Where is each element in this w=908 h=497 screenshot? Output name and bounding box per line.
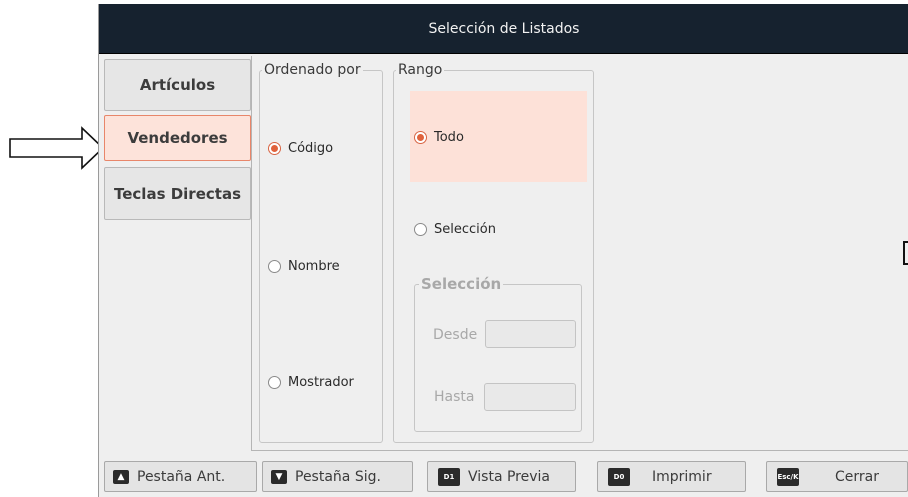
preview-button[interactable]: D1 Vista Previa (427, 461, 576, 492)
radio-seleccion-dot (414, 223, 427, 236)
radio-codigo[interactable]: Código (268, 141, 333, 156)
radio-nombre[interactable]: Nombre (268, 259, 340, 274)
tab-vendedores[interactable]: Vendedores (104, 115, 251, 161)
tab-teclas-directas-label: Teclas Directas (114, 184, 241, 203)
radio-todo-dot (414, 131, 427, 144)
key-d0-icon: D0 (608, 467, 630, 486)
radio-nombre-label: Nombre (288, 259, 340, 274)
printer-down-icon: ▼ (271, 469, 287, 484)
tab-articulos-label: Artículos (139, 76, 216, 94)
close-button[interactable]: Esc/K Cerrar (766, 461, 908, 492)
radio-codigo-label: Código (288, 141, 334, 156)
radio-seleccion-label: Selección (434, 222, 496, 237)
window-title: Selección de Listados (428, 20, 580, 37)
hasta-label: Hasta (434, 389, 475, 405)
tab-articulos[interactable]: Artículos (104, 59, 251, 111)
desde-label: Desde (433, 327, 478, 343)
preview-label: Vista Previa (468, 468, 550, 485)
key-esc-icon: Esc/K (777, 467, 799, 486)
close-label: Cerrar (835, 468, 879, 485)
print-label: Imprimir (652, 468, 712, 485)
radio-mostrador-dot (268, 376, 281, 389)
radio-todo-label: Todo (434, 130, 464, 145)
pointer-arrow-icon (9, 126, 105, 170)
radio-mostrador[interactable]: Mostrador (268, 375, 354, 390)
key-d1-icon: D1 (438, 467, 460, 486)
printer-up-icon: ▲ (113, 469, 129, 484)
next-tab-label: Pestaña Sig. (295, 468, 381, 485)
radio-seleccion[interactable]: Selección (414, 222, 496, 237)
next-tab-button[interactable]: ▼ Pestaña Sig. (262, 461, 413, 492)
radio-codigo-dot (268, 142, 281, 155)
radio-nombre-dot (268, 260, 281, 273)
prev-tab-button[interactable]: ▲ Pestaña Ant. (104, 461, 257, 492)
seleccion-legend: Selección (421, 275, 502, 293)
title-bar: Selección de Listados (99, 4, 908, 54)
prev-tab-label: Pestaña Ant. (137, 468, 226, 485)
hasta-input[interactable] (484, 383, 576, 411)
tab-vendedores-label: Vendedores (127, 129, 228, 147)
desde-input[interactable] (485, 320, 576, 348)
clipped-bracket-glyph (903, 241, 908, 265)
radio-mostrador-label: Mostrador (288, 375, 354, 390)
print-button[interactable]: D0 Imprimir (597, 461, 746, 492)
ordenado-por-legend: Ordenado por (264, 62, 361, 78)
tab-teclas-directas[interactable]: Teclas Directas (104, 167, 251, 220)
rango-legend: Rango (398, 62, 443, 78)
radio-todo[interactable]: Todo (414, 130, 464, 145)
